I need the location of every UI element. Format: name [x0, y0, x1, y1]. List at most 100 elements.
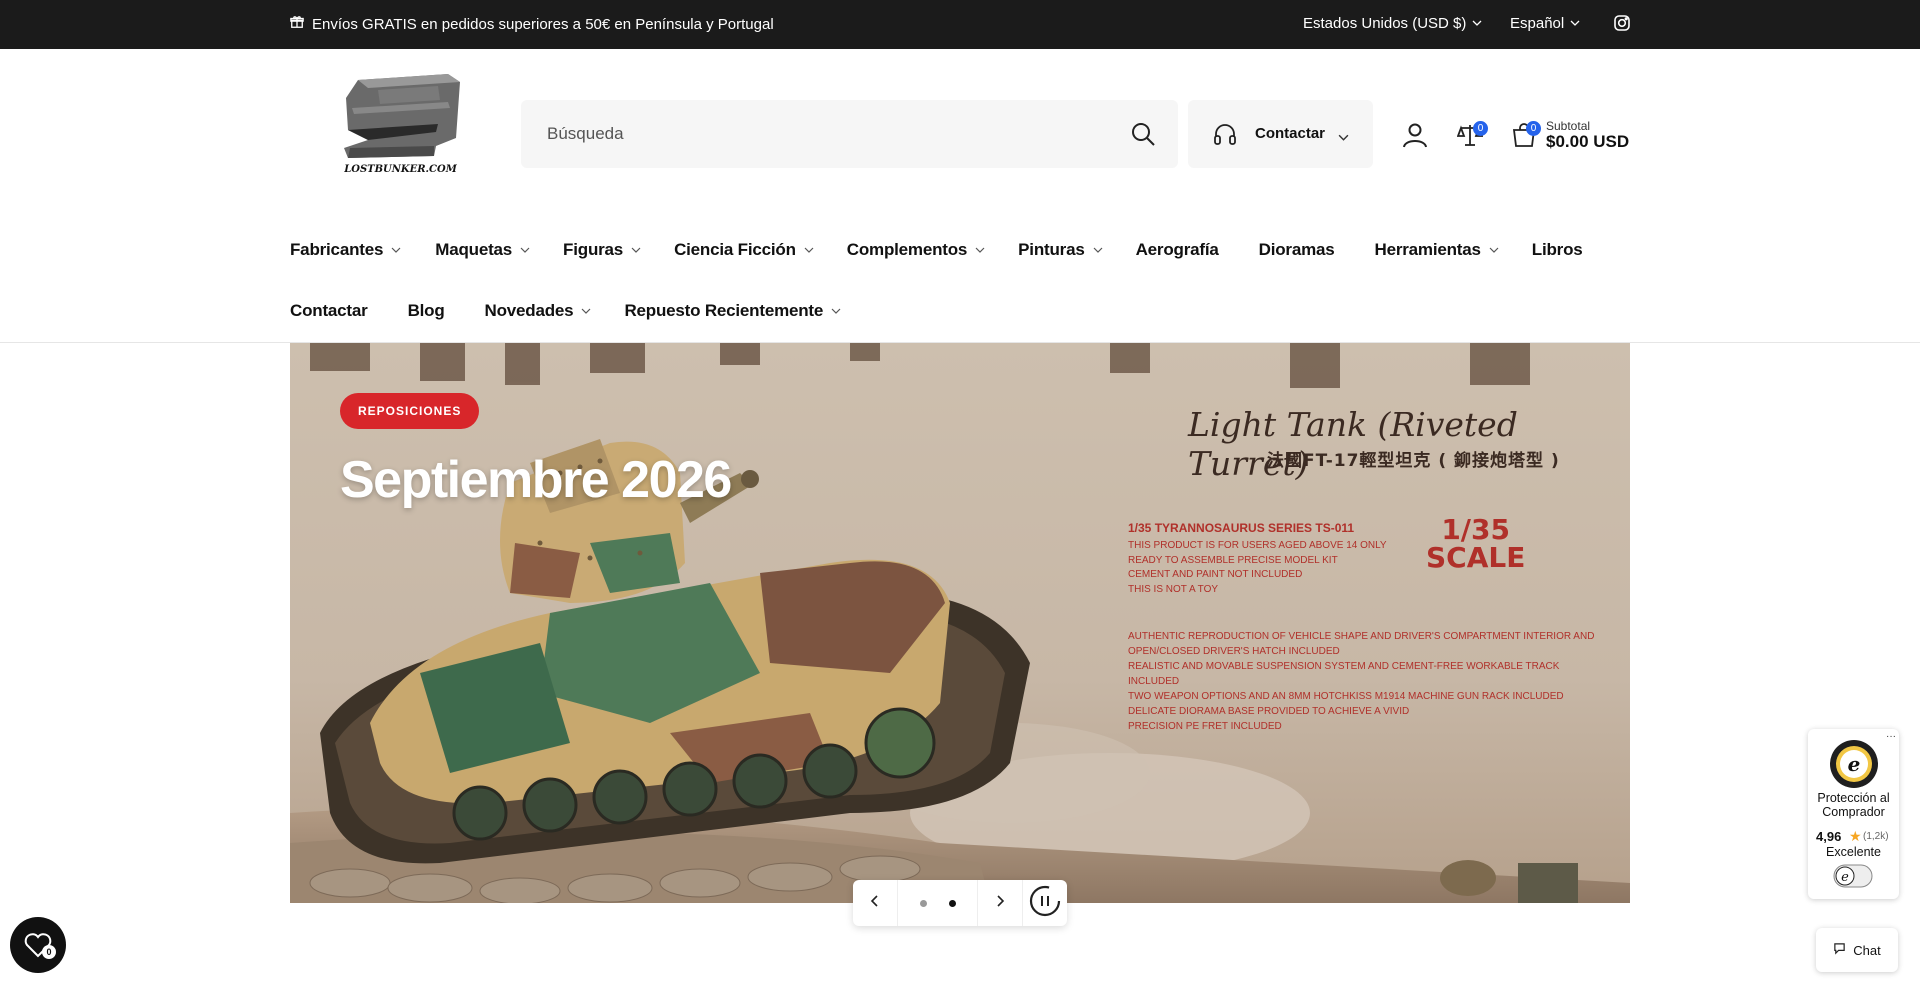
instagram-icon[interactable]	[1613, 14, 1631, 32]
svg-text:e: e	[1841, 870, 1849, 885]
nav-item-dioramas[interactable]: Dioramas	[1259, 240, 1335, 260]
slider-pause-button[interactable]	[1023, 880, 1067, 926]
box-scale-number: 1/35	[1441, 513, 1511, 546]
nav-item-label: Libros	[1531, 240, 1583, 259]
trust-score: 4,96	[1816, 829, 1842, 844]
box-feature: DELICATE DIORAMA BASE PROVIDED TO ACHIEV…	[1128, 706, 1410, 717]
nav-item-label: Blog	[407, 301, 445, 320]
chevron-down-icon	[391, 240, 401, 260]
nav-item-label: Dioramas	[1258, 240, 1335, 259]
subtotal-label: Subtotal	[1546, 119, 1591, 133]
chevron-down-icon	[1472, 15, 1482, 32]
gift-icon	[290, 15, 304, 33]
box-notice-line: CEMENT AND PAINT NOT INCLUDED	[1128, 569, 1303, 580]
contact-dropdown[interactable]: Contactar	[1188, 100, 1373, 168]
chat-button[interactable]: Chat	[1816, 928, 1898, 972]
main-nav-row-2: Contactar Blog Novedades Repuesto Recientem…	[290, 301, 841, 321]
wishlist-count-badge: 0	[42, 945, 56, 959]
chevron-down-icon	[1489, 240, 1499, 260]
currency-selector[interactable]: Estados Unidos (USD $)	[1303, 15, 1482, 32]
trust-badge[interactable]: ··· e Protección al Comprador 4,96 ★ (1,…	[1808, 729, 1899, 899]
chevron-down-icon	[1338, 130, 1349, 141]
trusted-e-icon: e	[1833, 864, 1873, 893]
box-notice-line: READY TO ASSEMBLE PRECISE MODEL KIT	[1128, 554, 1338, 566]
nav-item-label: Ciencia Ficción	[674, 240, 796, 259]
star-icon: ★	[1849, 828, 1862, 844]
slider-dot[interactable]	[948, 899, 956, 907]
trust-title: Protección al Comprador	[1817, 791, 1890, 819]
box-notice-lines: THIS PRODUCT IS FOR USERS AGED ABOVE 14 …	[1128, 539, 1387, 597]
search-bar	[521, 100, 1178, 168]
slider-next-button[interactable]	[978, 880, 1023, 926]
nav-item-libros[interactable]: Libros	[1532, 240, 1583, 260]
wishlist-button[interactable]: 0	[10, 917, 66, 973]
box-scale: 1/35 SCALE	[1426, 516, 1525, 572]
search-input[interactable]	[547, 120, 1107, 148]
compare-count-badge: 0	[1473, 121, 1488, 136]
nav-item-repuesto-recientemente[interactable]: Repuesto Recientemente	[624, 301, 841, 321]
nav-item-figuras[interactable]: Figuras	[563, 240, 641, 260]
nav-item-maquetas[interactable]: Maquetas	[435, 240, 530, 260]
box-features: AUTHENTIC REPRODUCTION OF VEHICLE SHAPE …	[1128, 629, 1598, 734]
logo-text: LOSTBUNKER.COM	[344, 164, 457, 175]
chat-label: Chat	[1853, 942, 1881, 958]
nav-item-blog[interactable]: Blog	[408, 301, 445, 321]
nav-item-label: Aerografía	[1135, 240, 1219, 259]
promo-message: Envíos GRATIS en pedidos superiores a 50…	[290, 15, 774, 33]
chevron-down-icon	[520, 240, 530, 260]
chevron-right-icon	[994, 894, 1006, 912]
box-notice-line: THIS IS NOT A TOY	[1128, 583, 1219, 595]
trusted-seal-icon: e	[1829, 739, 1879, 794]
nav-item-label: Repuesto Recientemente	[624, 301, 824, 320]
svg-text:e: e	[1848, 752, 1861, 776]
nav-item-label: Contactar	[290, 301, 368, 320]
hero-category-tag[interactable]: REPOSICIONES	[340, 393, 480, 429]
box-subtitle: 法國FT-17輕型坦克 ( 鉚接炮塔型 )	[1267, 451, 1560, 471]
chevron-down-icon	[1570, 15, 1580, 32]
nav-item-ciencia-ficci-n[interactable]: Ciencia Ficción	[674, 240, 814, 260]
slider-dot[interactable]	[919, 899, 927, 907]
search-icon[interactable]	[1129, 120, 1157, 148]
chevron-down-icon	[831, 301, 841, 321]
more-icon[interactable]: ···	[1886, 731, 1896, 742]
slider-dots	[898, 880, 978, 926]
promo-text: Envíos GRATIS en pedidos superiores a 50…	[312, 15, 774, 33]
nav-item-label: Novedades	[484, 301, 574, 320]
box-series: 1/35 TYRANNOSAURUS SERIES TS-011	[1128, 521, 1355, 535]
chevron-down-icon	[804, 240, 814, 260]
nav-item-label: Complementos	[846, 240, 968, 259]
trust-review-count: (1,2k)	[1863, 831, 1889, 842]
slider-controls	[853, 880, 1067, 926]
nav-item-pinturas[interactable]: Pinturas	[1018, 240, 1103, 260]
pause-icon	[1028, 884, 1062, 923]
nav-item-novedades[interactable]: Novedades	[485, 301, 592, 321]
announcement-bar: Envíos GRATIS en pedidos superiores a 50…	[0, 0, 1920, 49]
nav-item-contactar[interactable]: Contactar	[290, 301, 368, 321]
box-feature: AUTHENTIC REPRODUCTION OF VEHICLE SHAPE …	[1128, 631, 1595, 657]
box-feature: TWO WEAPON OPTIONS AND AN 8MM HOTCHKISS …	[1128, 691, 1564, 702]
nav-item-herramientas[interactable]: Herramientas	[1375, 240, 1499, 260]
site-logo[interactable]: LOSTBUNKER.COM	[338, 68, 463, 180]
nav-item-label: Maquetas	[435, 240, 513, 259]
cart-count-badge: 0	[1526, 121, 1541, 136]
chevron-down-icon	[975, 240, 985, 260]
main-nav-row-1: Fabricantes Maquetas Figuras Ciencia Ficció…	[290, 240, 1583, 260]
account-icon[interactable]	[1402, 122, 1428, 153]
subtotal-value[interactable]: $0.00 USD	[1546, 132, 1629, 152]
chevron-down-icon	[631, 240, 641, 260]
nav-item-label: Pinturas	[1018, 240, 1085, 259]
nav-item-label: Figuras	[563, 240, 624, 259]
nav-item-label: Fabricantes	[290, 240, 384, 259]
headset-icon	[1212, 122, 1238, 148]
nav-item-complementos[interactable]: Complementos	[847, 240, 985, 260]
language-selector[interactable]: Español	[1510, 15, 1580, 32]
box-feature: REALISTIC AND MOVABLE SUSPENSION SYSTEM …	[1128, 661, 1560, 687]
chevron-down-icon	[581, 301, 591, 321]
nav-item-aerograf-a[interactable]: Aerografía	[1136, 240, 1219, 260]
chat-bubble-icon	[1833, 942, 1846, 958]
hero-headline: Septiembre 2026	[340, 451, 732, 509]
chevron-left-icon	[869, 894, 881, 912]
slider-prev-button[interactable]	[853, 880, 898, 926]
box-notice-line: THIS PRODUCT IS FOR USERS AGED ABOVE 14 …	[1128, 540, 1387, 551]
nav-item-fabricantes[interactable]: Fabricantes	[290, 240, 401, 260]
